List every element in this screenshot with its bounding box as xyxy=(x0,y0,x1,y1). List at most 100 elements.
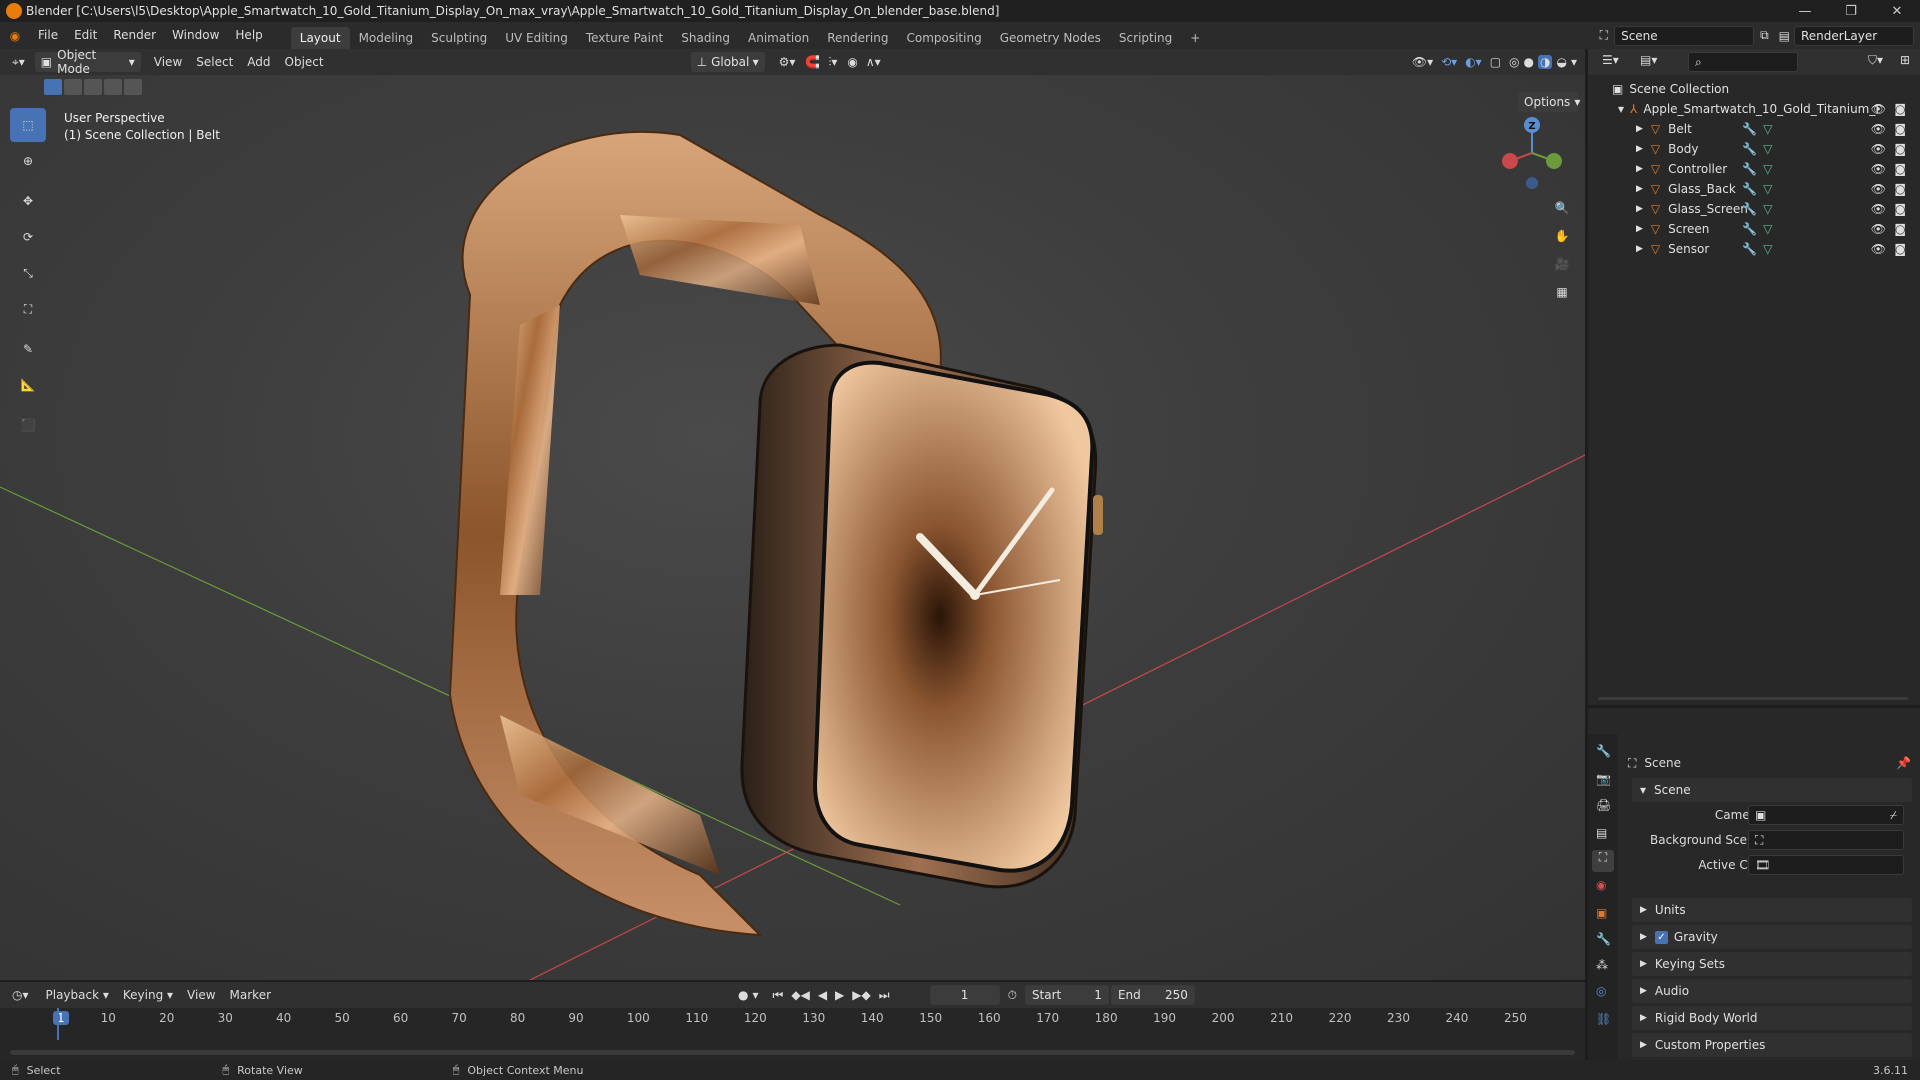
select-intersect-icon[interactable] xyxy=(124,79,142,95)
menu-help[interactable]: Help xyxy=(227,22,270,49)
outliner-row-body[interactable]: ▶ ▽ Body 🔧 ▽ 👁 ◙ xyxy=(1588,139,1920,159)
navigation-gizmo[interactable]: Z xyxy=(1500,115,1564,191)
vp-menu-add[interactable]: Add xyxy=(240,55,277,69)
scene-selector[interactable]: Scene xyxy=(1614,25,1755,46)
outliner-row-screen[interactable]: ▶ ▽ Screen 🔧 ▽ 👁 ◙ xyxy=(1588,219,1920,239)
filter-icon[interactable]: ⛉▾ xyxy=(1868,53,1883,68)
next-keyframe-icon[interactable]: ▶◆ xyxy=(852,988,870,1002)
view-layer-icon[interactable]: ▤ xyxy=(1779,29,1790,43)
view-layer-selector[interactable]: RenderLayer xyxy=(1794,25,1914,46)
jump-start-icon[interactable]: ⏮ xyxy=(773,988,784,1003)
xray-icon[interactable]: ▢ xyxy=(1490,55,1501,69)
tab-shading[interactable]: Shading xyxy=(672,27,739,49)
physics-tab-icon[interactable]: ◎ xyxy=(1596,984,1606,998)
camera-render-icon[interactable]: ◙ xyxy=(1894,242,1906,256)
eyedropper-icon[interactable]: ⌿ xyxy=(1890,808,1897,823)
camera-render-icon[interactable]: ◙ xyxy=(1894,102,1906,116)
start-frame-field[interactable]: Start 1 xyxy=(1024,985,1109,1005)
scene-collection-row[interactable]: ▣ Scene Collection xyxy=(1588,79,1920,99)
timeline-scrollbar[interactable] xyxy=(10,1050,1575,1055)
select-box-icon[interactable]: ⬚ xyxy=(10,108,46,142)
outliner-row-controller[interactable]: ▶ ▽ Controller 🔧 ▽ 👁 ◙ xyxy=(1588,159,1920,179)
3d-viewport[interactable]: User Perspective (1) Scene Collection | … xyxy=(0,75,1585,980)
modifier-tab-icon[interactable]: 🔧 xyxy=(1596,932,1611,946)
clock-icon[interactable]: ⏱ xyxy=(1008,988,1017,1003)
timeline-menu-marker[interactable]: Marker xyxy=(223,988,278,1002)
render-tab-icon[interactable]: 📷 xyxy=(1596,772,1611,786)
pan-hand-icon[interactable]: ✋ xyxy=(1547,222,1577,250)
zoom-icon[interactable]: 🔍 xyxy=(1547,194,1577,222)
neg-z-axis-handle[interactable] xyxy=(1526,177,1538,189)
material-shading-icon[interactable]: ◑ xyxy=(1538,55,1553,69)
menu-render[interactable]: Render xyxy=(105,22,164,49)
eye-icon[interactable]: 👁 xyxy=(1871,222,1886,236)
chevron-down-icon[interactable]: ▾ xyxy=(753,988,759,1002)
object-tab-icon[interactable]: ▣ xyxy=(1596,906,1607,920)
camera-render-icon[interactable]: ◙ xyxy=(1894,222,1906,236)
camera-render-icon[interactable]: ◙ xyxy=(1894,162,1906,176)
menu-file[interactable]: File xyxy=(30,22,66,49)
mesh-data-icon[interactable]: ▽ xyxy=(1763,222,1772,236)
eye-icon[interactable]: 👁 xyxy=(1871,162,1886,176)
pivot-icon[interactable]: ⚙▾ xyxy=(779,55,796,69)
maximize-icon[interactable]: ❐ xyxy=(1828,0,1874,22)
visibility-icon[interactable]: 👁▾ xyxy=(1412,55,1433,69)
play-icon[interactable]: ▶ xyxy=(835,988,844,1002)
options-button[interactable]: Options ▾ xyxy=(1518,92,1580,114)
mesh-data-icon[interactable]: ▽ xyxy=(1763,122,1772,136)
panel-rigid-body-world[interactable]: ▶ Rigid Body World xyxy=(1632,1006,1912,1030)
modifier-icon[interactable]: 🔧 xyxy=(1742,222,1757,236)
vp-menu-view[interactable]: View xyxy=(147,55,189,69)
outliner-row-belt[interactable]: ▶ ▽ Belt 🔧 ▽ 👁 ◙ xyxy=(1588,119,1920,139)
tab-layout[interactable]: Layout xyxy=(290,27,350,49)
mesh-data-icon[interactable]: ▽ xyxy=(1763,182,1772,196)
modifier-icon[interactable]: 🔧 xyxy=(1742,162,1757,176)
chevron-right-icon[interactable]: ▶ xyxy=(1636,144,1643,154)
tab-compositing[interactable]: Compositing xyxy=(897,27,990,49)
move-icon[interactable]: ✥ xyxy=(10,184,46,218)
display-mode-icon[interactable]: ▤▾ xyxy=(1640,53,1657,67)
view-layer-tab-icon[interactable]: ▤ xyxy=(1596,826,1607,840)
panel-keying-sets[interactable]: ▶ Keying Sets xyxy=(1632,952,1912,976)
y-axis-handle[interactable] xyxy=(1546,153,1562,169)
camera-render-icon[interactable]: ◙ xyxy=(1894,182,1906,196)
end-frame-field[interactable]: End 250 xyxy=(1110,985,1195,1005)
orientation-selector[interactable]: ⊥ Global ▾ xyxy=(690,52,765,72)
background-scene-field[interactable]: ⛶ xyxy=(1748,830,1904,850)
rendered-shading-icon[interactable]: ◒ xyxy=(1556,55,1566,69)
ortho-grid-icon[interactable]: ▦ xyxy=(1547,278,1577,306)
camera-render-icon[interactable]: ◙ xyxy=(1894,122,1906,136)
camera-render-icon[interactable]: ◙ xyxy=(1894,202,1906,216)
modifier-icon[interactable]: 🔧 xyxy=(1742,122,1757,136)
chevron-right-icon[interactable]: ▶ xyxy=(1636,124,1643,134)
x-axis-handle[interactable] xyxy=(1502,153,1518,169)
play-reverse-icon[interactable]: ◀ xyxy=(818,988,827,1002)
mesh-data-icon[interactable]: ▽ xyxy=(1763,202,1772,216)
eye-icon[interactable]: 👁 xyxy=(1871,242,1886,256)
scene-panel-header[interactable]: ▾ Scene xyxy=(1632,778,1912,802)
chevron-right-icon[interactable]: ▶ xyxy=(1636,184,1643,194)
mesh-data-icon[interactable]: ▽ xyxy=(1763,162,1772,176)
eye-icon[interactable]: 👁 xyxy=(1871,142,1886,156)
camera-field[interactable]: ▣ ⌿ xyxy=(1748,805,1904,825)
timeline[interactable]: 1 10 20 30 40 50 60 70 80 90 100 110 120 130 140 150 160… xyxy=(0,1008,1585,1060)
modifier-icon[interactable]: 🔧 xyxy=(1742,142,1757,156)
timeline-menu-view[interactable]: View xyxy=(180,988,222,1002)
rotate-icon[interactable]: ⟳ xyxy=(10,220,46,254)
tab-sculpting[interactable]: Sculpting xyxy=(422,27,496,49)
overlay-toggle-icon[interactable]: ◐▾ xyxy=(1465,55,1482,69)
blender-menu-icon[interactable]: ◉ xyxy=(0,29,30,43)
shading-options-icon[interactable]: ▾ xyxy=(1571,55,1577,69)
add-workspace-icon[interactable]: + xyxy=(1181,27,1209,49)
new-scene-icon[interactable]: ⧉ xyxy=(1760,28,1769,43)
particles-tab-icon[interactable]: ⁂ xyxy=(1596,958,1608,972)
outliner-row-glass-back[interactable]: ▶ ▽ Glass_Back 🔧 ▽ 👁 ◙ xyxy=(1588,179,1920,199)
tab-modeling[interactable]: Modeling xyxy=(350,27,423,49)
panel-audio[interactable]: ▶ Audio xyxy=(1632,979,1912,1003)
proportional-edit-icon[interactable]: ◉ xyxy=(847,55,857,69)
prev-keyframe-icon[interactable]: ◆◀ xyxy=(791,988,809,1002)
tab-animation[interactable]: Animation xyxy=(739,27,818,49)
outliner-row-glass-screen[interactable]: ▶ ▽ Glass_Screen 🔧 ▽ 👁 ◙ xyxy=(1588,199,1920,219)
add-cube-icon[interactable]: ⬛ xyxy=(10,408,46,442)
chevron-right-icon[interactable]: ▶ xyxy=(1636,224,1643,234)
